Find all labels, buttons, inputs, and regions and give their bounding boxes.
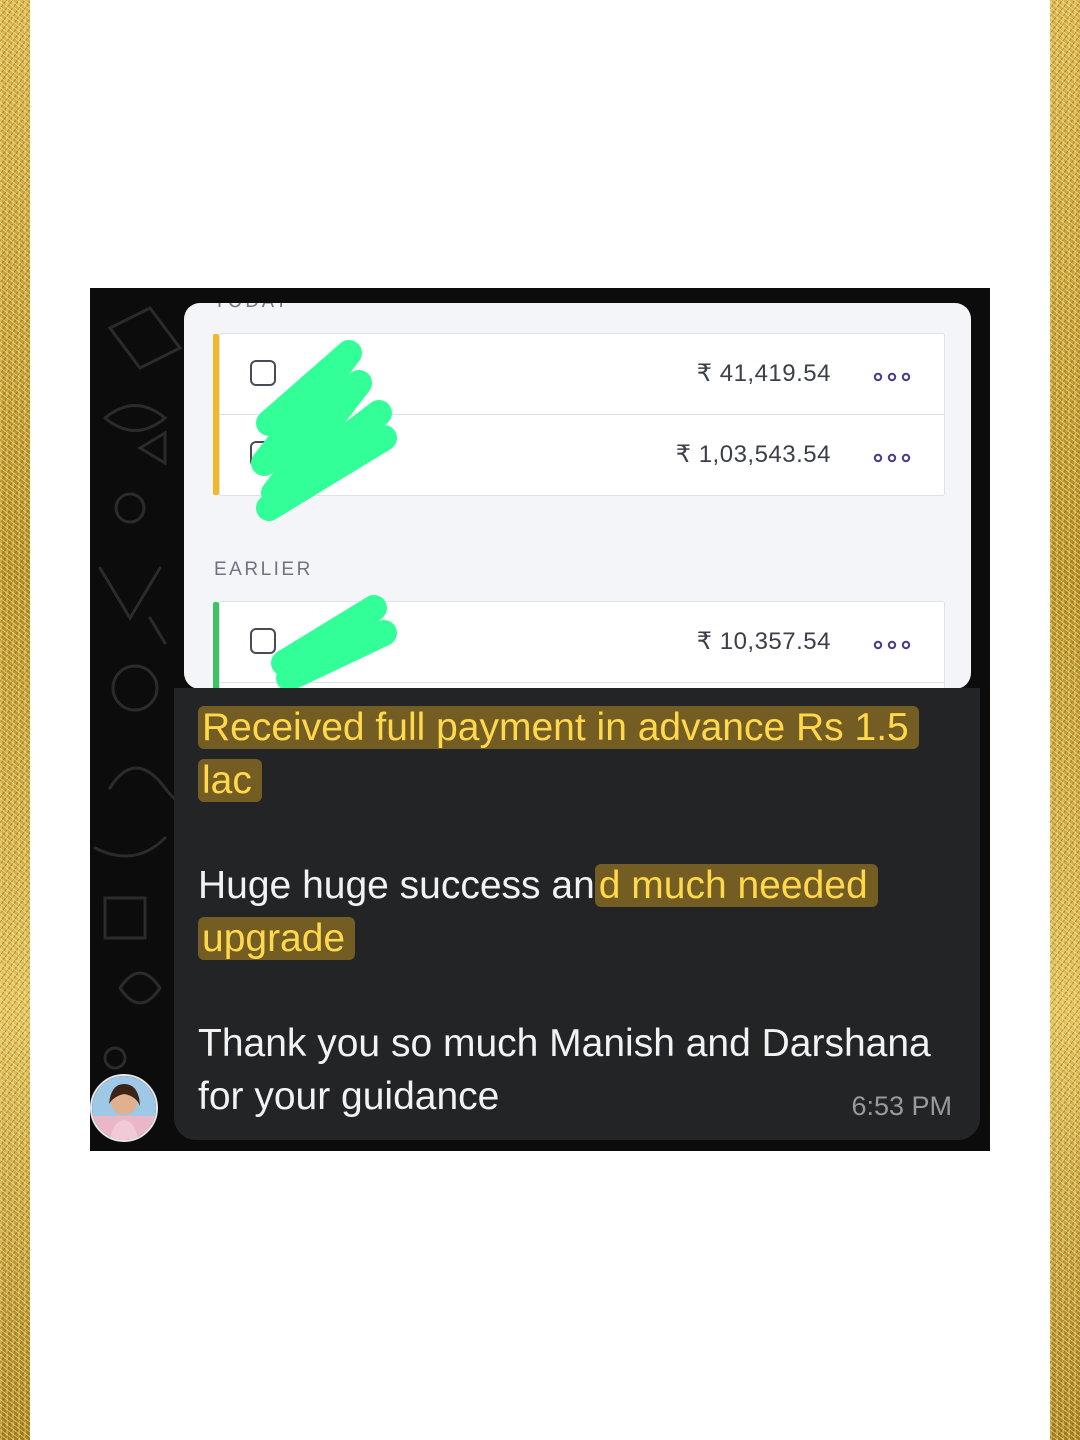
message-line-success: Huge huge success an d much needed upgrad…: [198, 859, 968, 965]
status-marker-pending: [213, 334, 219, 495]
earlier-section-label: EARLIER: [214, 559, 313, 580]
more-options-icon[interactable]: [873, 453, 911, 463]
payment-amount: ₹ 41,419.54: [696, 360, 831, 387]
more-options-icon[interactable]: [873, 372, 911, 382]
chat-screenshot: TODAY ₹ 41,419.54 ₹ 1,03,543.54 EARLIER: [90, 288, 990, 1151]
payments-screenshot-card: TODAY ₹ 41,419.54 ₹ 1,03,543.54 EARLIER: [184, 303, 971, 689]
status-marker-paid: [213, 602, 219, 689]
sender-avatar[interactable]: [90, 1074, 158, 1142]
more-options-icon[interactable]: [873, 640, 911, 650]
today-payments-list: ₹ 41,419.54 ₹ 1,03,543.54: [213, 333, 945, 496]
payment-row[interactable]: ₹ 41,419.54: [220, 334, 944, 415]
message-timestamp: 6:53 PM: [851, 1091, 952, 1121]
payment-amount: ₹ 1,03,543.54: [675, 441, 831, 468]
today-section-label: TODAY: [214, 303, 290, 312]
message-line-payment: Received full payment in advance Rs 1.5 …: [198, 701, 968, 807]
earlier-payments-list: ₹ 10,357.54: [213, 601, 945, 689]
row-checkbox[interactable]: [250, 628, 276, 654]
highlighted-text: Received full payment in advance Rs 1.5 …: [198, 706, 919, 802]
row-checkbox[interactable]: [250, 360, 276, 386]
chat-message-bubble: Received full payment in advance Rs 1.5 …: [174, 688, 980, 1140]
payment-row[interactable]: ₹ 10,357.54: [220, 602, 944, 683]
gold-glitter-border-left: [0, 0, 30, 1440]
row-checkbox[interactable]: [250, 441, 276, 467]
payment-row[interactable]: ₹ 1,03,543.54: [220, 415, 944, 495]
gold-glitter-border-right: [1050, 0, 1080, 1440]
payment-amount: ₹ 10,357.54: [696, 628, 831, 655]
